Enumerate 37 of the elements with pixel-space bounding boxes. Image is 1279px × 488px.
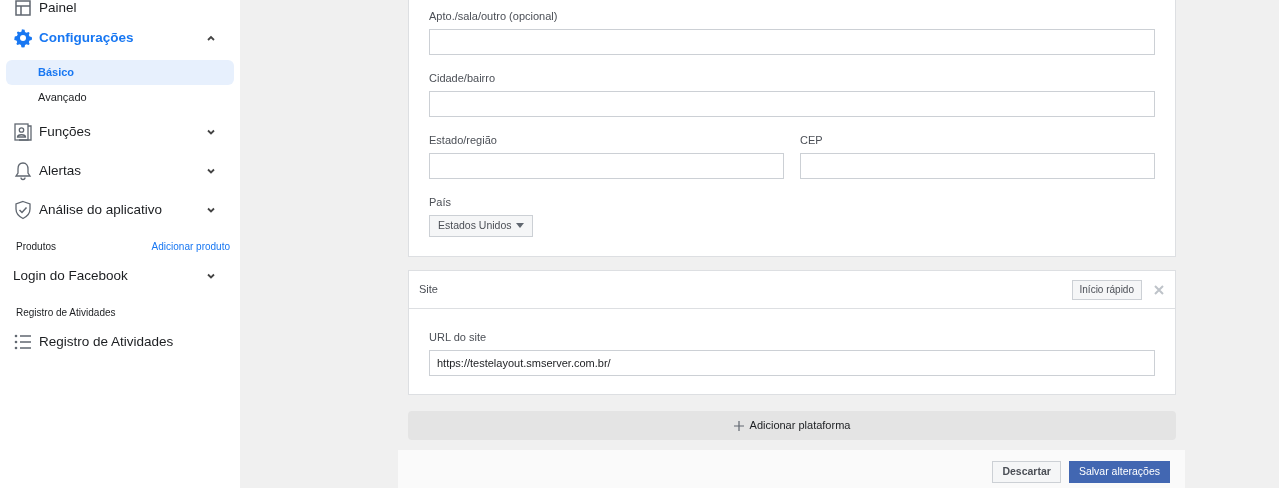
section-heading: Produtos bbox=[16, 240, 57, 254]
field-label: País bbox=[429, 195, 452, 209]
sidebar-subitem[interactable]: Avançado bbox=[6, 85, 234, 110]
sidebar-item[interactable]: Funções bbox=[6, 115, 234, 149]
input-field[interactable] bbox=[800, 153, 1155, 179]
sidebar-item[interactable]: Análise do aplicativo bbox=[6, 193, 234, 227]
discard-button[interactable]: Descartar bbox=[992, 461, 1061, 483]
sidebar-item[interactable]: Configurações bbox=[6, 21, 234, 55]
save-button[interactable]: Salvar alterações bbox=[1068, 461, 1170, 483]
input-field[interactable] bbox=[429, 29, 1155, 55]
sidebar-item[interactable]: Registro de Atividades bbox=[6, 325, 234, 359]
sidebar-item[interactable]: Painel bbox=[6, 0, 234, 16]
field-label: URL do site bbox=[429, 330, 488, 344]
input-field[interactable] bbox=[429, 153, 784, 179]
caret-icon bbox=[515, 223, 524, 229]
sidebar-item[interactable]: Alertas bbox=[6, 154, 234, 188]
url-field[interactable]: https://testelayout.smserver.com.br/ bbox=[429, 350, 1155, 376]
card-title: Site bbox=[419, 282, 438, 298]
field-label: Cidade/bairro bbox=[429, 71, 497, 85]
bell-icon bbox=[13, 161, 33, 181]
quick-start-button[interactable]: Início rápido bbox=[1071, 279, 1142, 300]
add-platform-button[interactable]: Adicionar plataforma bbox=[408, 411, 1176, 440]
plus-icon bbox=[733, 420, 744, 431]
gear-icon bbox=[13, 28, 33, 48]
sidebar-item[interactable]: Login do Facebook bbox=[6, 259, 234, 293]
close-icon[interactable] bbox=[1154, 284, 1164, 295]
field-label: CEP bbox=[800, 133, 824, 147]
section-heading: Registro de Atividades bbox=[16, 306, 116, 320]
field-label: Apto./sala/outro (opcional) bbox=[429, 9, 559, 23]
sidebar-subitem[interactable]: Básico bbox=[6, 60, 234, 85]
country-dropdown[interactable]: Estados Unidos bbox=[429, 215, 533, 237]
id-badge-icon bbox=[13, 122, 33, 142]
input-field[interactable] bbox=[429, 91, 1155, 117]
field-label: Estado/região bbox=[429, 133, 498, 147]
list-icon bbox=[13, 332, 33, 352]
shield-check-icon bbox=[13, 200, 33, 220]
add-product-link[interactable]: Adicionar produto bbox=[151, 239, 230, 254]
